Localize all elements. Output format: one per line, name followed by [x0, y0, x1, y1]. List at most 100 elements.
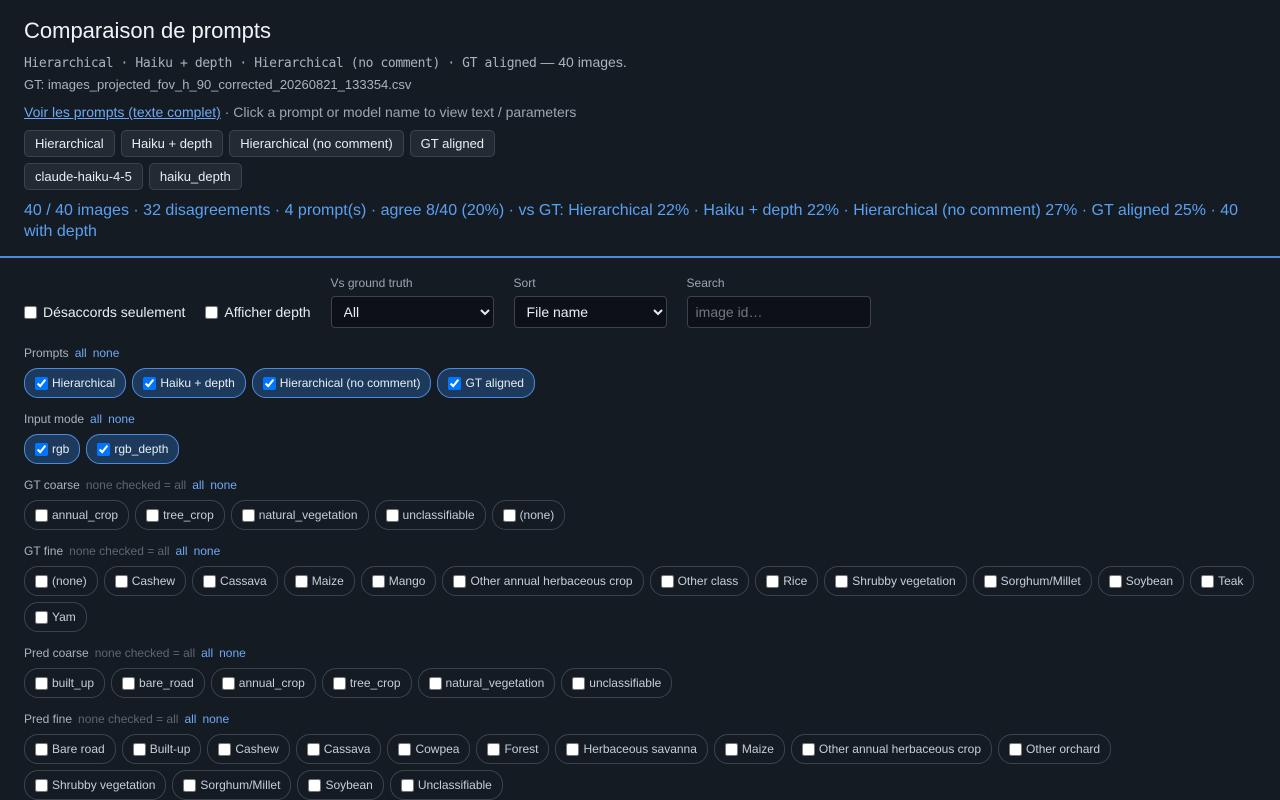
pred-fine-filter-chip[interactable]: Built-up	[121, 734, 202, 764]
filter-checkbox[interactable]	[218, 742, 232, 756]
disagreements-only-toggle[interactable]: Désaccords seulement	[24, 304, 185, 328]
filter-checkbox[interactable]	[453, 574, 467, 588]
filter-checkbox[interactable]	[308, 778, 322, 792]
filter-checkbox[interactable]	[122, 676, 136, 690]
filter-checkbox[interactable]	[835, 574, 849, 588]
prompt-button[interactable]: Hierarchical	[24, 130, 115, 157]
gt-fine-filter-chip[interactable]: Soybean	[1097, 566, 1185, 596]
filter-checkbox[interactable]	[724, 742, 738, 756]
pred-fine-filter-chip[interactable]: Forest	[476, 734, 550, 764]
prompts-select-none-link[interactable]: none	[93, 346, 120, 360]
sort-select[interactable]: File name	[513, 296, 667, 328]
show-depth-checkbox[interactable]	[205, 305, 219, 319]
gt-fine-select-all-link[interactable]: all	[176, 544, 188, 558]
pred-coarse-filter-chip[interactable]: tree_crop	[321, 668, 412, 698]
filter-checkbox[interactable]	[132, 742, 146, 756]
search-input[interactable]	[686, 296, 871, 328]
filter-checkbox[interactable]	[766, 574, 780, 588]
gt-fine-filter-chip[interactable]: Maize	[283, 566, 355, 596]
disagreements-only-checkbox[interactable]	[24, 305, 37, 319]
pred-fine-filter-chip[interactable]: Other orchard	[998, 734, 1112, 764]
gt-fine-filter-chip[interactable]: Shrubby vegetation	[824, 566, 967, 596]
filter-checkbox[interactable]	[35, 610, 48, 624]
gt-fine-filter-chip[interactable]: Cassava	[192, 566, 278, 596]
pred-coarse-filter-chip[interactable]: natural_vegetation	[417, 668, 556, 698]
vs-gt-select[interactable]: All	[330, 296, 494, 328]
pred-fine-filter-chip[interactable]: Other annual herbaceous crop	[790, 734, 993, 764]
input-mode-select-all-link[interactable]: all	[90, 412, 102, 426]
pred-fine-select-none-link[interactable]: none	[202, 712, 229, 726]
prompts-filter-chip[interactable]: GT aligned	[437, 368, 535, 398]
filter-checkbox[interactable]	[262, 376, 276, 390]
filter-checkbox[interactable]	[983, 574, 997, 588]
pred-fine-filter-chip[interactable]: Cassava	[295, 734, 382, 764]
filter-checkbox[interactable]	[572, 676, 586, 690]
filter-checkbox[interactable]	[114, 574, 128, 588]
filter-checkbox[interactable]	[183, 778, 197, 792]
prompt-button[interactable]: Haiku + depth	[120, 130, 224, 157]
filter-checkbox[interactable]	[97, 442, 111, 456]
pred-coarse-select-none-link[interactable]: none	[219, 646, 246, 660]
filter-checkbox[interactable]	[428, 676, 442, 690]
filter-checkbox[interactable]	[35, 676, 48, 690]
filter-checkbox[interactable]	[143, 376, 157, 390]
pred-fine-filter-chip[interactable]: Shrubby vegetation	[24, 770, 167, 800]
pred-fine-filter-chip[interactable]: Herbaceous savanna	[555, 734, 708, 764]
prompt-button[interactable]: GT aligned	[409, 130, 496, 157]
pred-fine-filter-chip[interactable]: Soybean	[297, 770, 384, 800]
gt-fine-select-none-link[interactable]: none	[194, 544, 221, 558]
pred-coarse-filter-chip[interactable]: annual_crop	[210, 668, 316, 698]
pred-fine-filter-chip[interactable]: Cowpea	[387, 734, 471, 764]
filter-checkbox[interactable]	[332, 676, 346, 690]
model-button[interactable]: haiku_depth	[148, 163, 242, 190]
input-mode-filter-chip[interactable]: rgb	[24, 434, 81, 464]
gt-coarse-filter-chip[interactable]: natural_vegetation	[230, 500, 369, 530]
filter-checkbox[interactable]	[1201, 574, 1215, 588]
gt-fine-filter-chip[interactable]: Teak	[1190, 566, 1255, 596]
filter-checkbox[interactable]	[801, 742, 815, 756]
filter-checkbox[interactable]	[1108, 574, 1122, 588]
input-mode-select-none-link[interactable]: none	[108, 412, 135, 426]
gt-fine-filter-chip[interactable]: (none)	[24, 566, 98, 596]
gt-coarse-select-none-link[interactable]: none	[210, 478, 237, 492]
filter-checkbox[interactable]	[398, 742, 412, 756]
view-prompts-link[interactable]: Voir les prompts (texte complet)	[24, 104, 221, 120]
filter-checkbox[interactable]	[487, 742, 501, 756]
model-button[interactable]: claude-haiku-4-5	[24, 163, 143, 190]
gt-fine-filter-chip[interactable]: Sorghum/Millet	[972, 566, 1092, 596]
filter-checkbox[interactable]	[35, 574, 48, 588]
filter-checkbox[interactable]	[35, 742, 48, 756]
pred-fine-filter-chip[interactable]: Cashew	[207, 734, 290, 764]
filter-checkbox[interactable]	[146, 508, 160, 522]
filter-checkbox[interactable]	[294, 574, 308, 588]
gt-coarse-filter-chip[interactable]: tree_crop	[135, 500, 225, 530]
show-depth-toggle[interactable]: Afficher depth	[205, 304, 311, 328]
filter-checkbox[interactable]	[221, 676, 235, 690]
gt-coarse-filter-chip[interactable]: (none)	[491, 500, 566, 530]
gt-coarse-filter-chip[interactable]: annual_crop	[24, 500, 130, 530]
filter-checkbox[interactable]	[448, 376, 462, 390]
input-mode-filter-chip[interactable]: rgb_depth	[86, 434, 180, 464]
filter-checkbox[interactable]	[400, 778, 414, 792]
filter-checkbox[interactable]	[35, 508, 48, 522]
pred-fine-filter-chip[interactable]: Unclassifiable	[389, 770, 503, 800]
pred-fine-filter-chip[interactable]: Maize	[713, 734, 785, 764]
gt-coarse-select-all-link[interactable]: all	[192, 478, 204, 492]
filter-checkbox[interactable]	[371, 574, 385, 588]
gt-fine-filter-chip[interactable]: Cashew	[103, 566, 187, 596]
filter-checkbox[interactable]	[1009, 742, 1023, 756]
gt-fine-filter-chip[interactable]: Yam	[24, 602, 87, 632]
filter-checkbox[interactable]	[35, 442, 48, 456]
pred-coarse-filter-chip[interactable]: bare_road	[111, 668, 205, 698]
filter-checkbox[interactable]	[502, 508, 516, 522]
gt-fine-filter-chip[interactable]: Mango	[360, 566, 437, 596]
pred-fine-filter-chip[interactable]: Sorghum/Millet	[172, 770, 292, 800]
filter-checkbox[interactable]	[35, 376, 48, 390]
filter-checkbox[interactable]	[241, 508, 255, 522]
pred-fine-select-all-link[interactable]: all	[184, 712, 196, 726]
filter-checkbox[interactable]	[566, 742, 580, 756]
gt-fine-filter-chip[interactable]: Other annual herbaceous crop	[442, 566, 644, 596]
gt-coarse-filter-chip[interactable]: unclassifiable	[374, 500, 486, 530]
filter-checkbox[interactable]	[35, 778, 48, 792]
pred-fine-filter-chip[interactable]: Bare road	[24, 734, 116, 764]
